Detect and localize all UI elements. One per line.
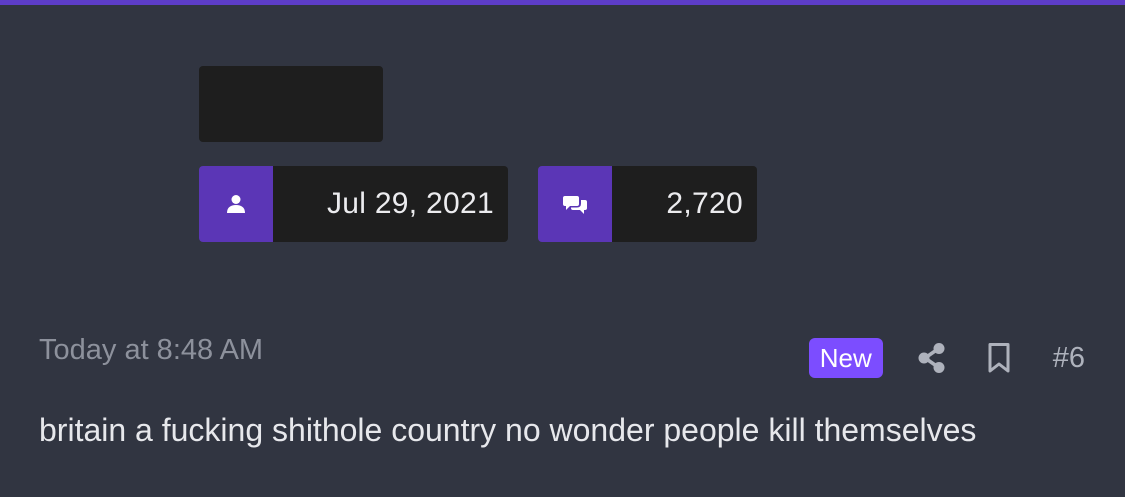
share-icon[interactable]: [917, 342, 947, 374]
joined-date-stat: Jul 29, 2021: [199, 166, 508, 242]
post-message-body: britain a fucking shithole country no wo…: [39, 412, 977, 448]
comments-icon: [538, 166, 612, 242]
avatar[interactable]: [40, 20, 190, 250]
post-number-link[interactable]: #6: [1053, 342, 1085, 375]
post-timestamp[interactable]: Today at 8:48 AM: [39, 334, 263, 367]
bookmark-icon[interactable]: [987, 342, 1011, 374]
post-actions: New #6: [808, 336, 1085, 380]
message-count-stat: 2,720: [538, 166, 757, 242]
top-accent-bar: [0, 0, 1125, 5]
joined-date-value: Jul 29, 2021: [273, 166, 508, 242]
message-count-value: 2,720: [612, 166, 757, 242]
user-icon: [199, 166, 273, 242]
new-badge: New: [808, 338, 883, 378]
username-redacted-box: [199, 66, 383, 142]
